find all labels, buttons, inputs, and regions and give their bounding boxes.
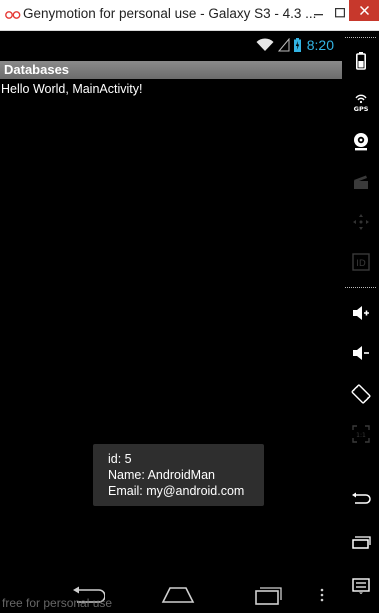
svg-text:ID: ID (356, 259, 366, 269)
minimize-button[interactable] (309, 3, 329, 23)
menu-dots-icon (320, 588, 324, 602)
sidebar-volume-down-button[interactable] (342, 338, 379, 368)
sidebar-recent-apps-button[interactable] (342, 527, 379, 557)
fullscreen-icon: 1:1 (351, 425, 370, 443)
sidebar-divider (345, 287, 376, 288)
camera-clapper-icon (353, 175, 368, 189)
signal-icon (277, 38, 290, 52)
svg-text:GPS: GPS (353, 105, 368, 112)
recent-apps-icon (351, 536, 371, 549)
menu-icon (351, 578, 370, 594)
sidebar-menu-button[interactable] (342, 571, 379, 601)
sidebar-back-button[interactable] (342, 484, 379, 514)
status-bar: 8:20 (0, 31, 342, 61)
volume-up-icon (352, 306, 369, 320)
device-id-icon: ID (351, 253, 370, 271)
battery-icon (355, 52, 366, 70)
sidebar-device-id-button[interactable]: ID (342, 247, 379, 277)
nav-menu-button[interactable] (302, 583, 342, 607)
maximize-button[interactable] (330, 3, 350, 23)
wifi-icon (256, 38, 274, 51)
nav-recent-apps-button[interactable] (248, 583, 288, 607)
sidebar-pixel-perfect-button[interactable]: 1:1 (342, 419, 379, 449)
toast-line-id: id: 5 (108, 452, 132, 466)
action-bar-title: Databases (4, 62, 70, 77)
window-title: Genymotion for personal use - Galaxy S3 … (23, 6, 317, 21)
status-time: 8:20 (306, 37, 334, 53)
sidebar-capture-button[interactable] (342, 167, 379, 197)
sidebar-battery-button[interactable] (342, 46, 379, 76)
sidebar-gps-button[interactable]: GPS (342, 87, 379, 117)
close-icon (359, 6, 369, 15)
toast-line-name: Name: AndroidMan (108, 468, 216, 482)
webcam-icon (353, 133, 368, 151)
home-icon (161, 587, 195, 603)
toast-line-email: Email: my@android.com (108, 484, 245, 498)
rotate-icon (351, 384, 370, 404)
genymotion-window: Genymotion for personal use - Galaxy S3 … (0, 0, 379, 613)
genymotion-logo-icon (5, 11, 21, 19)
toast-message: id: 5 Name: AndroidMan Email: my@android… (93, 444, 264, 506)
genymotion-sidebar: GPS ID 1:1 (342, 31, 379, 613)
personal-use-watermark: free for personal use (2, 596, 113, 610)
sidebar-divider (345, 37, 376, 38)
recent-apps-icon (255, 587, 282, 605)
dpad-icon (352, 214, 369, 230)
sidebar-volume-up-button[interactable] (342, 298, 379, 328)
gps-icon: GPS (353, 94, 368, 112)
status-icons: 8:20 (256, 37, 334, 53)
sidebar-rotate-button[interactable] (342, 379, 379, 409)
battery-charging-icon (293, 38, 301, 52)
sidebar-dpad-button[interactable] (342, 207, 379, 237)
window-titlebar[interactable]: Genymotion for personal use - Galaxy S3 … (0, 0, 379, 31)
back-icon (351, 492, 371, 504)
hello-text: Hello World, MainActivity! (1, 82, 143, 96)
close-button[interactable] (349, 0, 379, 21)
minimize-icon (314, 14, 323, 16)
sidebar-webcam-button[interactable] (342, 127, 379, 157)
maximize-icon (335, 8, 345, 18)
volume-down-icon (352, 346, 369, 360)
android-screen[interactable]: 8:20 Databases Hello World, MainActivity… (0, 31, 342, 613)
action-bar: Databases (0, 61, 342, 79)
svg-text:1:1: 1:1 (356, 432, 366, 439)
nav-home-button[interactable] (158, 583, 198, 607)
